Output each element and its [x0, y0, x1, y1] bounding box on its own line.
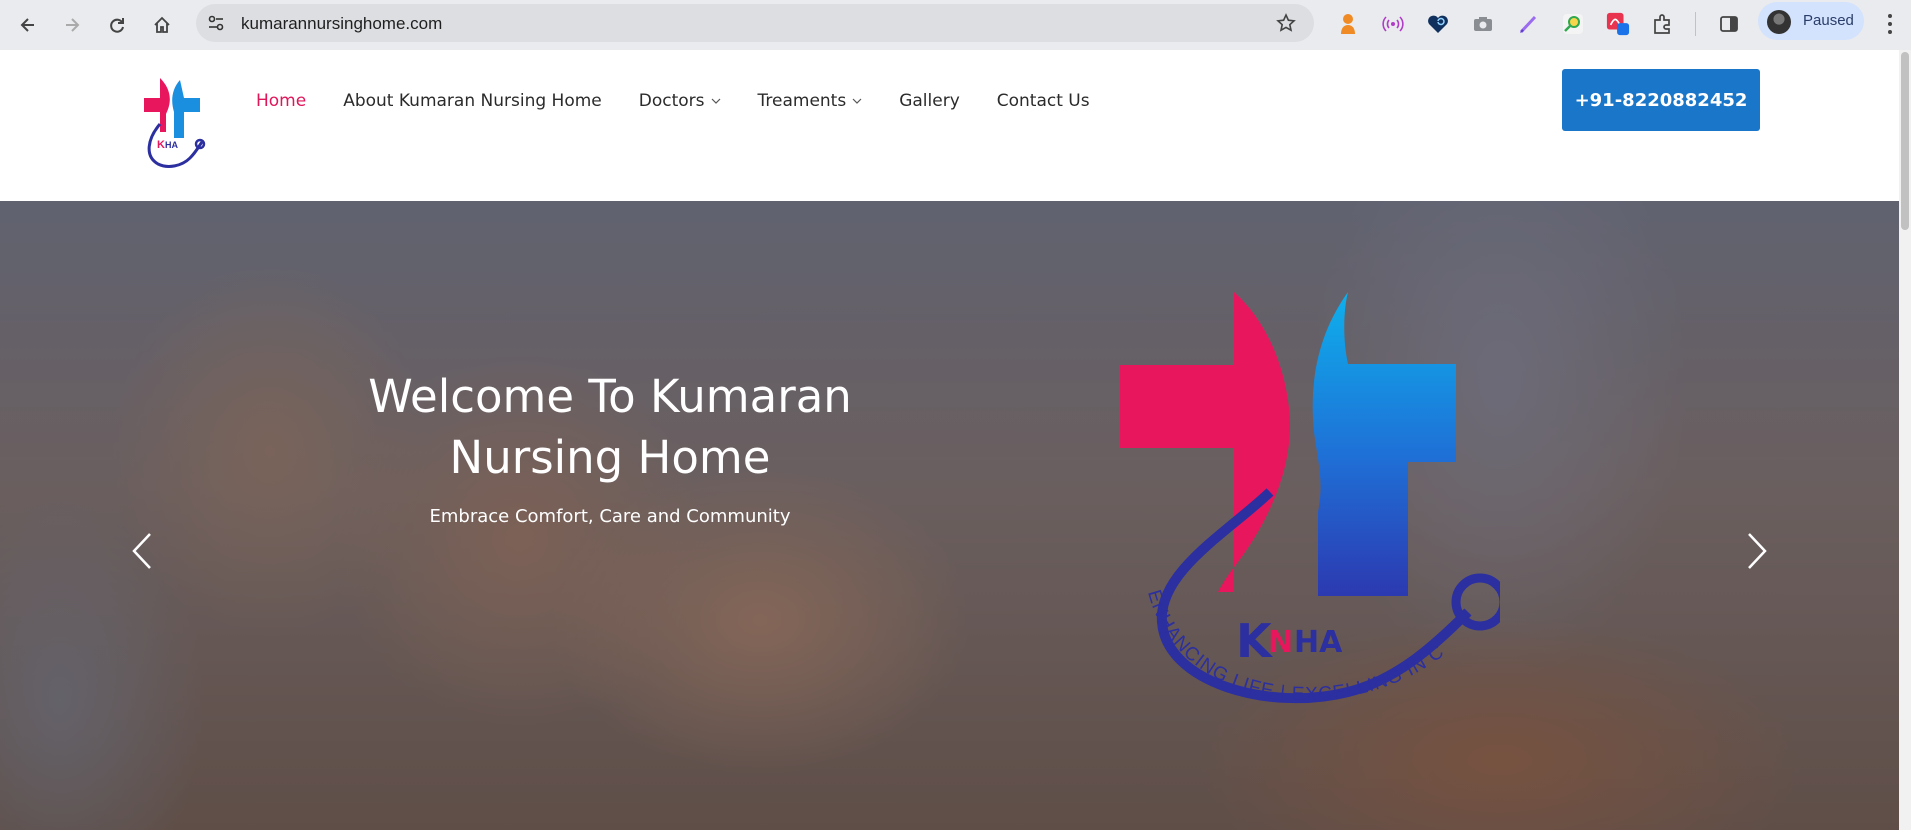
- slider-next-arrow-icon[interactable]: [1741, 531, 1771, 571]
- main-navigation: Home About Kumaran Nursing Home Doctors …: [256, 91, 1127, 111]
- svg-text:HA: HA: [1294, 625, 1343, 660]
- forward-arrow-icon: [66, 18, 80, 32]
- home-button[interactable]: [145, 8, 179, 42]
- hero-slider: Welcome To Kumaran Nursing Home Embrace …: [0, 201, 1899, 830]
- site-info-button[interactable]: [204, 11, 228, 35]
- slider-prev-arrow-icon[interactable]: [128, 531, 158, 571]
- profile-status: Paused: [1803, 12, 1854, 29]
- broadcast-icon[interactable]: [1381, 12, 1405, 36]
- orange-extension-icon[interactable]: [1336, 12, 1360, 36]
- nav-gallery[interactable]: Gallery: [899, 91, 960, 111]
- nav-about-label: About Kumaran Nursing Home: [343, 91, 602, 111]
- avatar: [1767, 10, 1791, 34]
- reload-button[interactable]: [100, 8, 134, 42]
- reload-icon: [110, 18, 124, 33]
- pen-icon[interactable]: [1516, 12, 1540, 36]
- nav-doctors-label: Doctors: [638, 91, 705, 111]
- nav-treatments[interactable]: Treaments: [758, 91, 863, 111]
- profile-button[interactable]: Paused: [1758, 2, 1864, 40]
- back-button[interactable]: [11, 8, 45, 42]
- magnifier-icon[interactable]: [1561, 12, 1585, 36]
- nav-treatments-label: Treaments: [757, 91, 847, 111]
- toolbar-divider: [1695, 12, 1696, 36]
- chevron-down-icon: [852, 98, 862, 104]
- site-header: K HA Home About Kumaran Nursing Home Doc…: [0, 50, 1911, 201]
- page-scrollbar[interactable]: [1899, 50, 1911, 830]
- hero-overlay: [0, 201, 1899, 830]
- svg-text:N: N: [1268, 625, 1293, 660]
- hero-logo-emblem: K N HA ENHANCING LIFE | EXCELLING IN CAR…: [1118, 292, 1500, 705]
- nav-gallery-label: Gallery: [899, 91, 960, 111]
- heart-extension-icon[interactable]: [1426, 12, 1450, 36]
- url-text[interactable]: kumarannursinghome.com: [241, 14, 442, 34]
- kebab-menu-icon[interactable]: [1880, 10, 1900, 38]
- nav-doctors[interactable]: Doctors: [639, 91, 721, 111]
- site-logo[interactable]: K HA: [140, 78, 206, 170]
- side-panel-icon[interactable]: [1717, 12, 1741, 36]
- puzzle-icon[interactable]: [1651, 12, 1675, 36]
- nav-contact[interactable]: Contact Us: [997, 91, 1090, 111]
- tune-icon: [208, 15, 224, 31]
- hero-title: Welcome To Kumaran Nursing Home: [368, 370, 852, 484]
- hero-subtitle: Embrace Comfort, Care and Community: [429, 506, 791, 527]
- nav-home-label: Home: [256, 91, 307, 111]
- svg-text:K: K: [157, 139, 165, 151]
- chevron-down-icon: [711, 98, 720, 104]
- forward-button[interactable]: [55, 8, 89, 42]
- svg-text:HA: HA: [165, 140, 178, 150]
- nav-home[interactable]: Home: [256, 91, 306, 111]
- home-icon: [154, 16, 170, 33]
- browser-toolbar: kumarannursinghome.com Paused: [0, 0, 1911, 50]
- back-arrow-icon: [20, 18, 34, 32]
- phone-call-button[interactable]: +91-8220882452: [1562, 69, 1760, 131]
- camera-icon[interactable]: [1471, 12, 1495, 36]
- address-bar[interactable]: kumarannursinghome.com: [196, 4, 1314, 42]
- star-icon[interactable]: [1276, 13, 1296, 33]
- nav-contact-label: Contact Us: [996, 91, 1090, 111]
- scrollbar-thumb[interactable]: [1901, 52, 1909, 230]
- nav-about[interactable]: About Kumaran Nursing Home: [343, 91, 602, 111]
- pdf-extension-icon[interactable]: [1606, 12, 1630, 36]
